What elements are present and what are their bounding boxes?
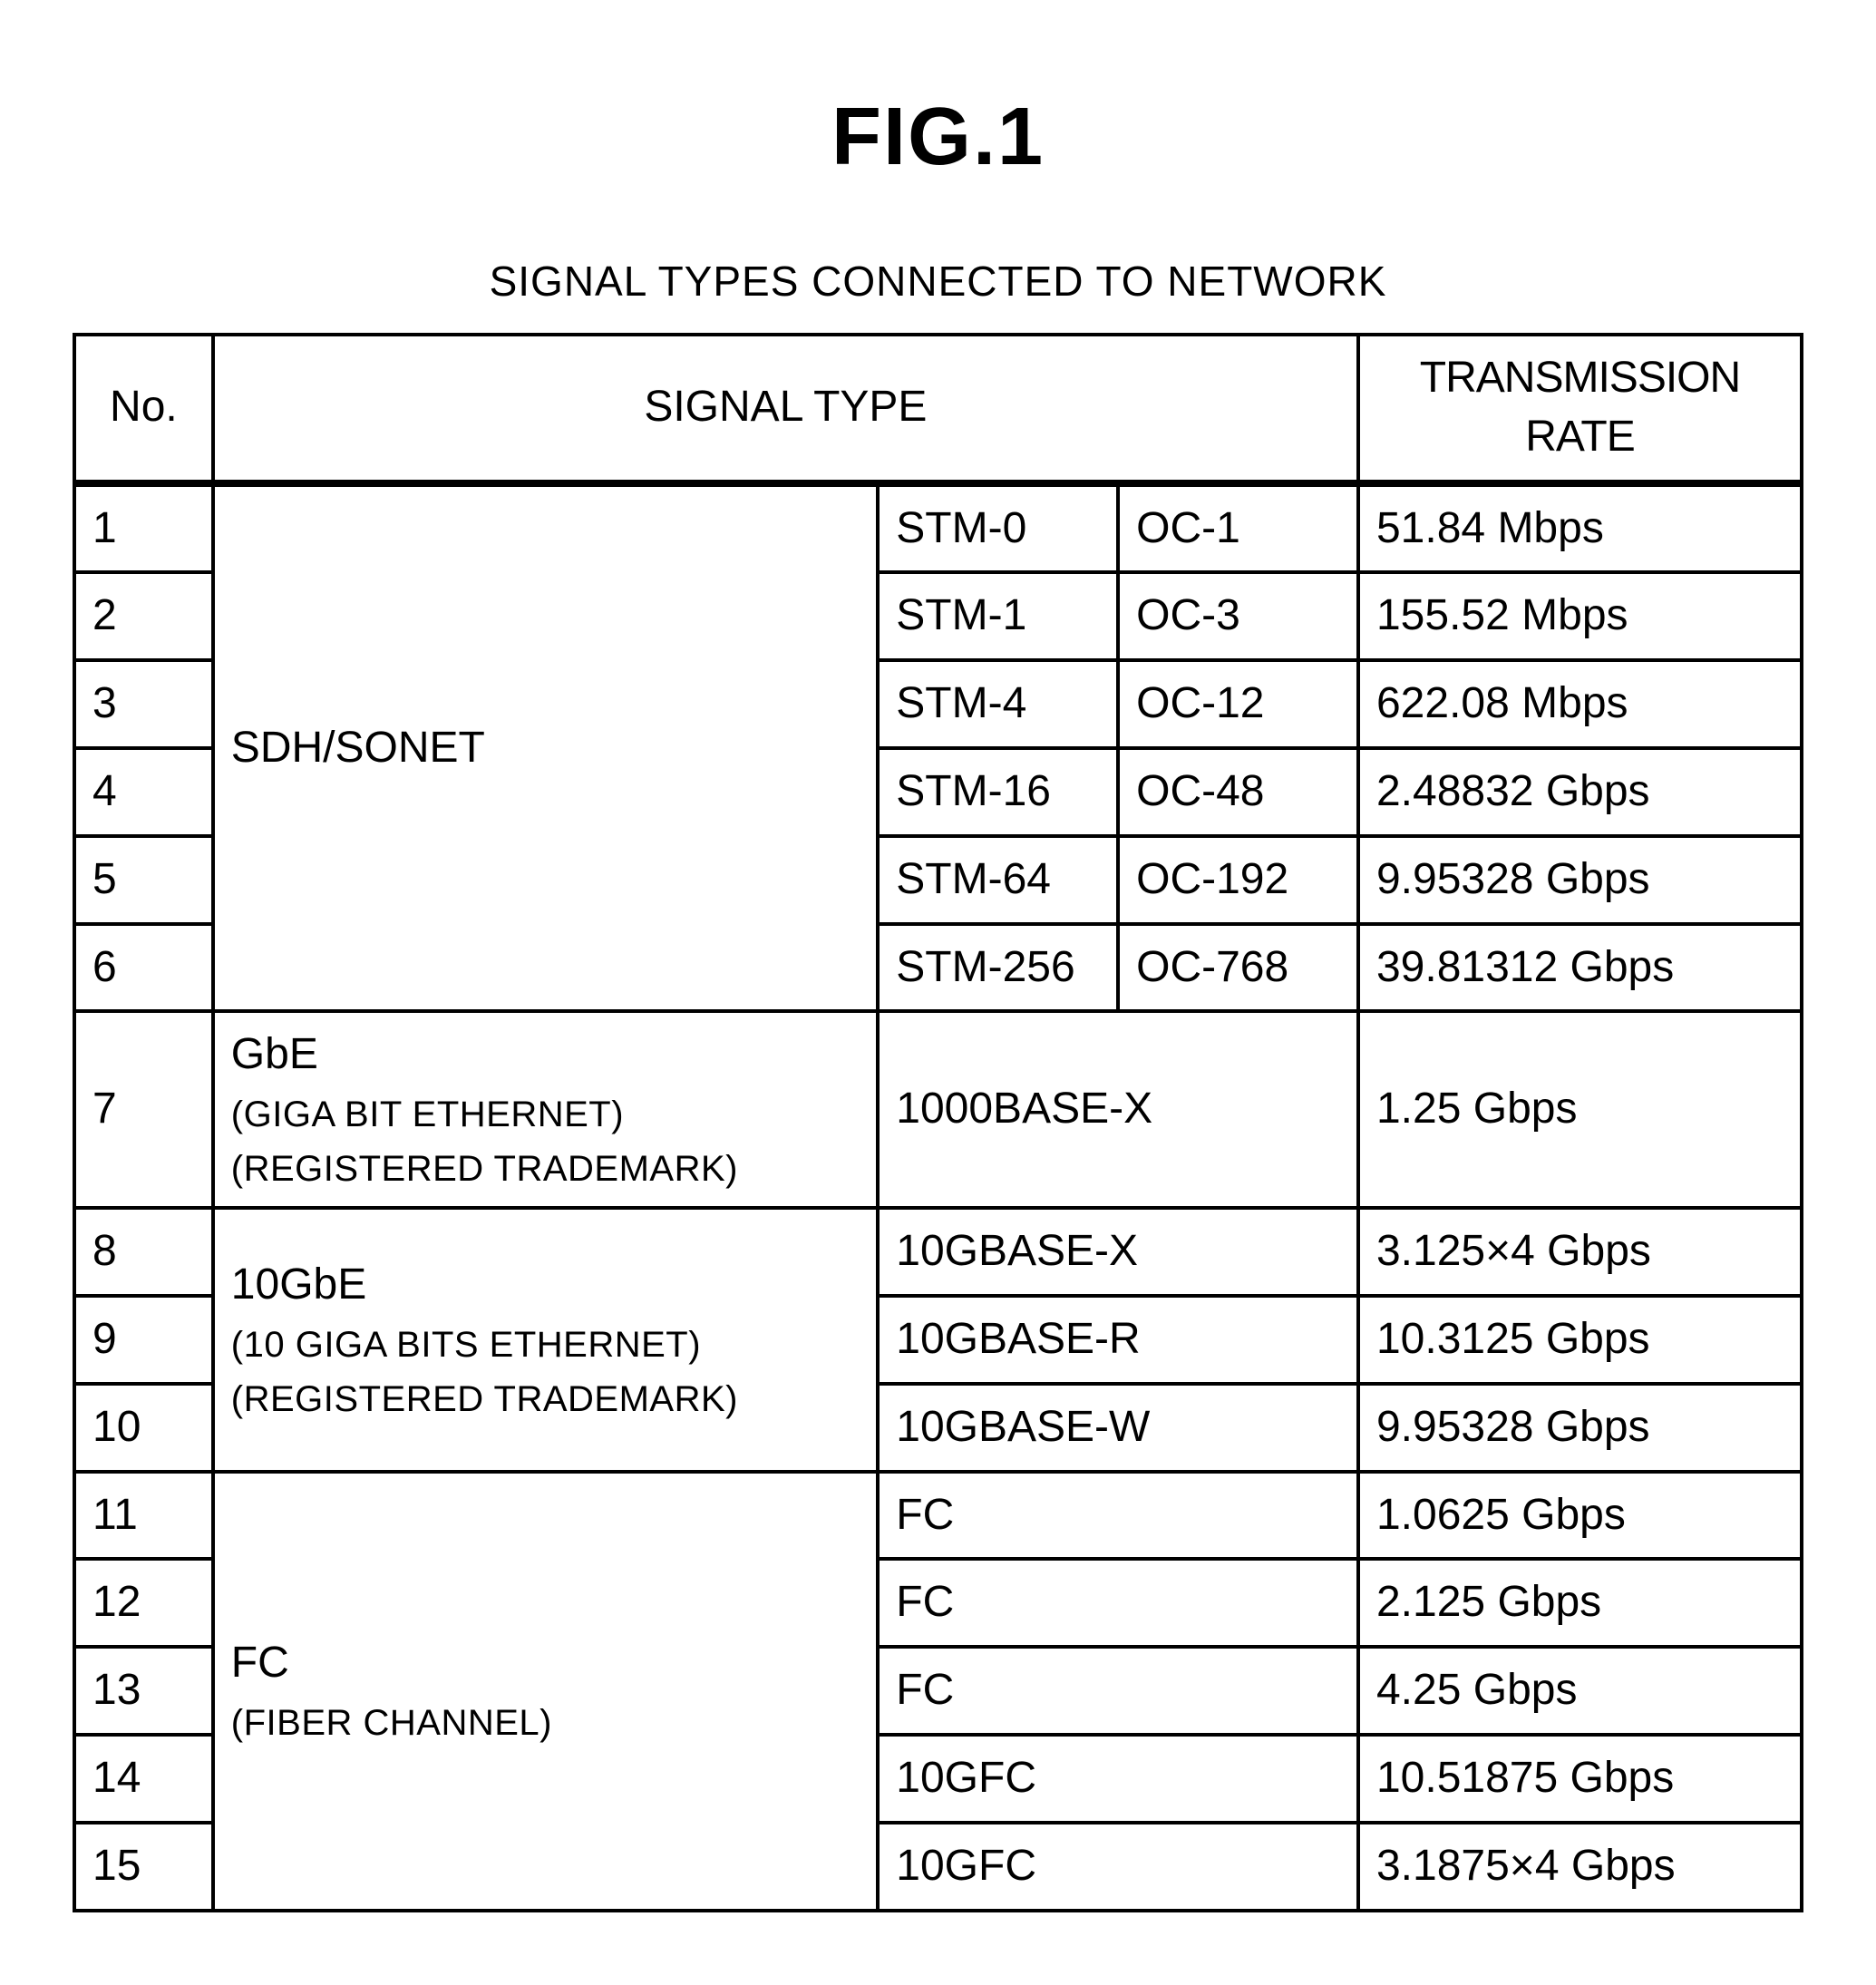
- row-no: 7: [74, 1011, 213, 1208]
- signal-subtype: STM-4: [878, 660, 1118, 748]
- signal-subtype: FC: [878, 1472, 1358, 1560]
- signal-subtype: 10GFC: [878, 1735, 1358, 1823]
- signal-subtype: FC: [878, 1559, 1358, 1647]
- signal-subtype: STM-256: [878, 924, 1118, 1012]
- row-no: 2: [74, 572, 213, 660]
- table-row: 1 SDH/SONET STM-0 OC-1 51.84 Mbps: [74, 483, 1802, 573]
- signal-subtype: FC: [878, 1647, 1358, 1735]
- row-no: 10: [74, 1384, 213, 1472]
- row-no: 4: [74, 748, 213, 836]
- row-no: 8: [74, 1208, 213, 1296]
- row-no: 11: [74, 1472, 213, 1560]
- signal-subtype: 10GFC: [878, 1823, 1358, 1911]
- transmission-rate: 1.0625 Gbps: [1358, 1472, 1802, 1560]
- signal-subtype: 10GBASE-R: [878, 1296, 1358, 1384]
- transmission-rate: 622.08 Mbps: [1358, 660, 1802, 748]
- signal-subtype: STM-0: [878, 483, 1118, 573]
- category-gbe: GbE (GIGA BIT ETHERNET) (REGISTERED TRAD…: [213, 1011, 878, 1208]
- figure-title: FIG.1: [73, 91, 1803, 184]
- signal-subtype: OC-192: [1118, 836, 1358, 924]
- category-label: (10 GIGA BITS ETHERNET): [231, 1320, 860, 1369]
- signal-subtype: STM-16: [878, 748, 1118, 836]
- transmission-rate: 155.52 Mbps: [1358, 572, 1802, 660]
- signal-subtype: OC-768: [1118, 924, 1358, 1012]
- transmission-rate: 39.81312 Gbps: [1358, 924, 1802, 1012]
- signal-subtype: 1000BASE-X: [878, 1011, 1358, 1208]
- row-no: 15: [74, 1823, 213, 1911]
- category-fc: FC (FIBER CHANNEL): [213, 1472, 878, 1911]
- page: FIG.1 SIGNAL TYPES CONNECTED TO NETWORK …: [0, 0, 1876, 1985]
- category-label: (GIGA BIT ETHERNET): [231, 1090, 860, 1139]
- header-no: No.: [74, 335, 213, 483]
- signal-subtype: 10GBASE-W: [878, 1384, 1358, 1472]
- category-label: FC: [231, 1634, 860, 1693]
- header-transmission-rate: TRANSMISSION RATE: [1358, 335, 1802, 483]
- signal-subtype: STM-1: [878, 572, 1118, 660]
- table-caption: SIGNAL TYPES CONNECTED TO NETWORK: [73, 257, 1803, 306]
- signal-types-table: No. SIGNAL TYPE TRANSMISSION RATE 1 SDH/…: [73, 333, 1803, 1912]
- signal-subtype: OC-48: [1118, 748, 1358, 836]
- transmission-rate: 3.125×4 Gbps: [1358, 1208, 1802, 1296]
- category-label: (REGISTERED TRADEMARK): [231, 1375, 860, 1424]
- transmission-rate: 3.1875×4 Gbps: [1358, 1823, 1802, 1911]
- transmission-rate: 10.51875 Gbps: [1358, 1735, 1802, 1823]
- transmission-rate: 51.84 Mbps: [1358, 483, 1802, 573]
- signal-subtype: OC-1: [1118, 483, 1358, 573]
- row-no: 9: [74, 1296, 213, 1384]
- category-10gbe: 10GbE (10 GIGA BITS ETHERNET) (REGISTERE…: [213, 1208, 878, 1471]
- table-row: 11 FC (FIBER CHANNEL) FC 1.0625 Gbps: [74, 1472, 1802, 1560]
- category-sdh-sonet: SDH/SONET: [213, 483, 878, 1012]
- transmission-rate: 1.25 Gbps: [1358, 1011, 1802, 1208]
- category-label: GbE: [231, 1026, 860, 1085]
- table-row: 7 GbE (GIGA BIT ETHERNET) (REGISTERED TR…: [74, 1011, 1802, 1208]
- transmission-rate: 2.48832 Gbps: [1358, 748, 1802, 836]
- header-signal-type: SIGNAL TYPE: [213, 335, 1358, 483]
- transmission-rate: 9.95328 Gbps: [1358, 1384, 1802, 1472]
- category-label: SDH/SONET: [231, 719, 860, 778]
- table-row: 8 10GbE (10 GIGA BITS ETHERNET) (REGISTE…: [74, 1208, 1802, 1296]
- transmission-rate: 10.3125 Gbps: [1358, 1296, 1802, 1384]
- table-header-row: No. SIGNAL TYPE TRANSMISSION RATE: [74, 335, 1802, 483]
- category-label: 10GbE: [231, 1256, 860, 1315]
- row-no: 13: [74, 1647, 213, 1735]
- signal-subtype: 10GBASE-X: [878, 1208, 1358, 1296]
- row-no: 14: [74, 1735, 213, 1823]
- category-label: (REGISTERED TRADEMARK): [231, 1144, 860, 1193]
- row-no: 3: [74, 660, 213, 748]
- row-no: 6: [74, 924, 213, 1012]
- signal-subtype: OC-3: [1118, 572, 1358, 660]
- category-label: (FIBER CHANNEL): [231, 1698, 860, 1747]
- row-no: 12: [74, 1559, 213, 1647]
- signal-subtype: OC-12: [1118, 660, 1358, 748]
- transmission-rate: 9.95328 Gbps: [1358, 836, 1802, 924]
- row-no: 5: [74, 836, 213, 924]
- row-no: 1: [74, 483, 213, 573]
- transmission-rate: 4.25 Gbps: [1358, 1647, 1802, 1735]
- transmission-rate: 2.125 Gbps: [1358, 1559, 1802, 1647]
- signal-subtype: STM-64: [878, 836, 1118, 924]
